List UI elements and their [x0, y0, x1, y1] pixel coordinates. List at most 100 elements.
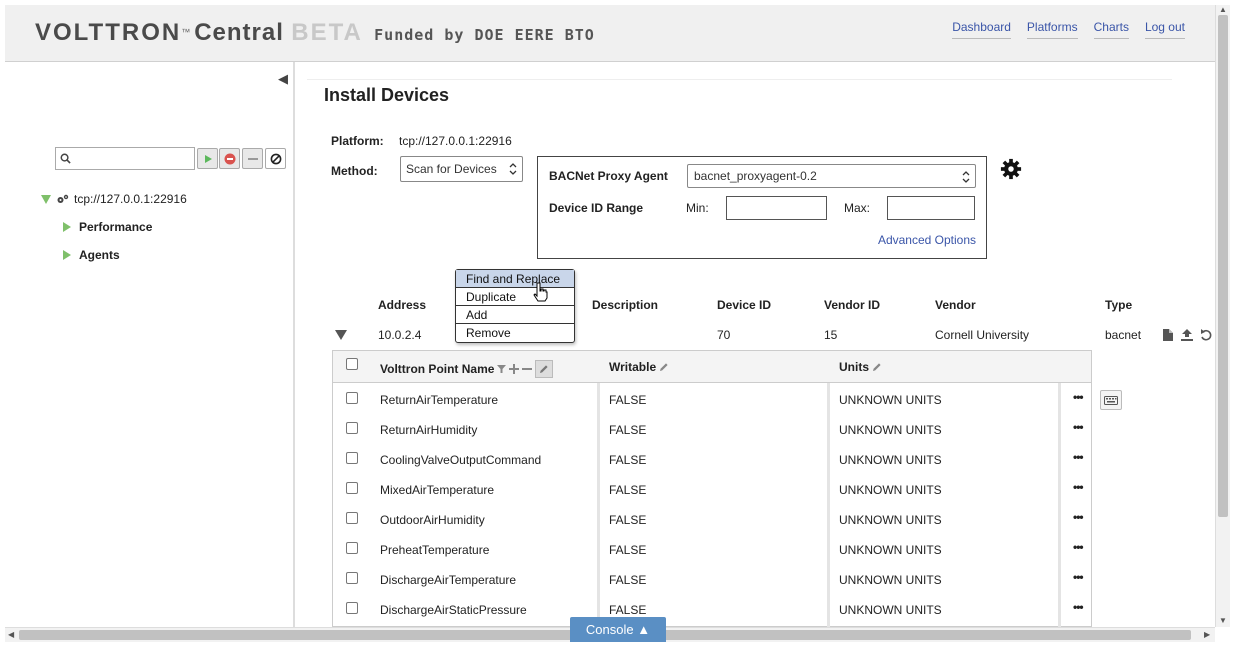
device-expand-arrow-icon[interactable]: [335, 330, 347, 340]
table-row[interactable]: ReturnAirHumidity FALSE UNKNOWN UNITS •••: [333, 414, 1091, 444]
gear-icon[interactable]: [1000, 158, 1022, 180]
remove-column-icon[interactable]: [522, 364, 533, 374]
scroll-right-icon[interactable]: ▶: [1204, 630, 1210, 639]
gears-icon: [57, 194, 69, 203]
row-menu-icon[interactable]: •••: [1073, 540, 1084, 554]
point-name-cell[interactable]: OutdoorAirHumidity: [380, 513, 485, 527]
nav-logout[interactable]: Log out: [1144, 20, 1185, 39]
filter-minus-button[interactable]: [242, 148, 263, 169]
method-select[interactable]: Scan for Devices: [400, 156, 523, 182]
row-menu-icon[interactable]: •••: [1073, 570, 1084, 584]
point-name-cell[interactable]: DischargeAirStaticPressure: [380, 603, 527, 617]
units-cell[interactable]: UNKNOWN UNITS: [839, 423, 942, 437]
nav-dashboard[interactable]: Dashboard: [952, 20, 1011, 39]
table-row[interactable]: DischargeAirTemperature FALSE UNKNOWN UNIT…: [333, 564, 1091, 594]
units-cell[interactable]: UNKNOWN UNITS: [839, 483, 942, 497]
pencil-icon[interactable]: [659, 362, 669, 372]
writable-cell[interactable]: FALSE: [609, 453, 646, 467]
filter-clear-button[interactable]: [265, 148, 286, 169]
row-checkbox[interactable]: [346, 482, 358, 494]
writable-cell[interactable]: FALSE: [609, 483, 646, 497]
max-input[interactable]: [887, 196, 975, 220]
nav-charts[interactable]: Charts: [1093, 20, 1129, 39]
keyboard-button[interactable]: [1100, 390, 1122, 410]
writable-cell[interactable]: FALSE: [609, 513, 646, 527]
row-checkbox[interactable]: [346, 392, 358, 404]
file-icon[interactable]: [1162, 328, 1174, 342]
scroll-left-icon[interactable]: ◀: [8, 630, 14, 639]
undo-icon[interactable]: [1200, 328, 1212, 342]
vertical-scroll-thumb[interactable]: [1218, 15, 1228, 517]
scroll-up-icon[interactable]: ▲: [1219, 5, 1227, 14]
expanded-arrow-icon[interactable]: [41, 194, 51, 204]
point-name-cell[interactable]: MixedAirTemperature: [380, 483, 494, 497]
col-point-name: Volttron Point Name: [380, 360, 554, 378]
col-units: Units: [839, 360, 882, 374]
row-menu-icon[interactable]: •••: [1073, 600, 1084, 614]
units-cell[interactable]: UNKNOWN UNITS: [839, 603, 942, 617]
pencil-icon[interactable]: [872, 362, 882, 372]
min-input[interactable]: [726, 196, 827, 220]
add-column-icon[interactable]: [509, 364, 520, 374]
upload-icon[interactable]: [1180, 328, 1194, 342]
row-menu-icon[interactable]: •••: [1073, 510, 1084, 524]
point-name-cell[interactable]: DischargeAirTemperature: [380, 573, 516, 587]
row-checkbox[interactable]: [346, 512, 358, 524]
proxy-agent-select[interactable]: bacnet_proxyagent-0.2: [687, 164, 976, 188]
edit-column-button[interactable]: [535, 360, 554, 378]
row-checkbox[interactable]: [346, 542, 358, 554]
writable-cell[interactable]: FALSE: [609, 423, 646, 437]
min-label: Min:: [686, 201, 709, 215]
device-vendor-id: 15: [824, 328, 838, 342]
point-name-cell[interactable]: ReturnAirTemperature: [380, 393, 498, 407]
table-row[interactable]: MixedAirTemperature FALSE UNKNOWN UNITS •••: [333, 474, 1091, 504]
units-cell[interactable]: UNKNOWN UNITS: [839, 453, 942, 467]
units-cell[interactable]: UNKNOWN UNITS: [839, 573, 942, 587]
row-checkbox[interactable]: [346, 602, 358, 614]
collapse-sidebar-icon[interactable]: ◀: [278, 71, 288, 87]
advanced-options-link[interactable]: Advanced Options: [878, 233, 976, 247]
writable-cell[interactable]: FALSE: [609, 603, 646, 617]
tree-search[interactable]: [55, 147, 195, 170]
filter-run-button[interactable]: [197, 148, 218, 169]
point-name-cell[interactable]: PreheatTemperature: [380, 543, 489, 557]
collapsed-arrow-icon[interactable]: [63, 222, 71, 232]
search-input[interactable]: [76, 150, 192, 167]
writable-cell[interactable]: FALSE: [609, 393, 646, 407]
collapsed-arrow-icon[interactable]: [63, 250, 71, 260]
select-all-checkbox[interactable]: [346, 358, 358, 370]
point-name-cell[interactable]: ReturnAirHumidity: [380, 423, 477, 437]
device-vendor: Cornell University: [935, 328, 1030, 342]
units-cell[interactable]: UNKNOWN UNITS: [839, 543, 942, 557]
units-cell[interactable]: UNKNOWN UNITS: [839, 513, 942, 527]
table-row[interactable]: ReturnAirTemperature FALSE UNKNOWN UNITS ••…: [333, 384, 1091, 414]
menu-item-add[interactable]: Add: [456, 306, 574, 324]
filter-stop-button[interactable]: [219, 148, 240, 169]
tree-platform[interactable]: tcp://127.0.0.1:22916: [41, 192, 187, 206]
table-row[interactable]: CoolingValveOutputCommand FALSE UNKNOWN UN…: [333, 444, 1091, 474]
table-row[interactable]: PreheatTemperature FALSE UNKNOWN UNITS •••: [333, 534, 1091, 564]
scroll-down-icon[interactable]: ▼: [1219, 616, 1227, 625]
row-menu-icon[interactable]: •••: [1073, 420, 1084, 434]
writable-cell[interactable]: FALSE: [609, 543, 646, 557]
units-cell[interactable]: UNKNOWN UNITS: [839, 393, 942, 407]
row-menu-icon[interactable]: •••: [1073, 390, 1084, 404]
row-checkbox[interactable]: [346, 422, 358, 434]
row-checkbox[interactable]: [346, 572, 358, 584]
point-name-cell[interactable]: CoolingValveOutputCommand: [380, 453, 541, 467]
table-row[interactable]: OutdoorAirHumidity FALSE UNKNOWN UNITS •••: [333, 504, 1091, 534]
nav-platforms[interactable]: Platforms: [1026, 20, 1078, 39]
filter-icon[interactable]: [497, 364, 507, 374]
tree-item-performance[interactable]: Performance: [63, 220, 152, 234]
table-row[interactable]: DischargeAirStaticPressure FALSE UNKNOWN U…: [333, 594, 1091, 624]
vertical-scrollbar[interactable]: ▲ ▼: [1215, 5, 1230, 627]
menu-item-remove[interactable]: Remove: [456, 324, 574, 342]
row-menu-icon[interactable]: •••: [1073, 450, 1084, 464]
tree-item-agents[interactable]: Agents: [63, 248, 120, 262]
menu-item-duplicate[interactable]: Duplicate: [456, 288, 574, 306]
menu-item-find-replace[interactable]: Find and Replace: [456, 270, 574, 288]
writable-cell[interactable]: FALSE: [609, 573, 646, 587]
row-checkbox[interactable]: [346, 452, 358, 464]
row-menu-icon[interactable]: •••: [1073, 480, 1084, 494]
console-toggle-button[interactable]: Console ▲: [570, 617, 666, 642]
